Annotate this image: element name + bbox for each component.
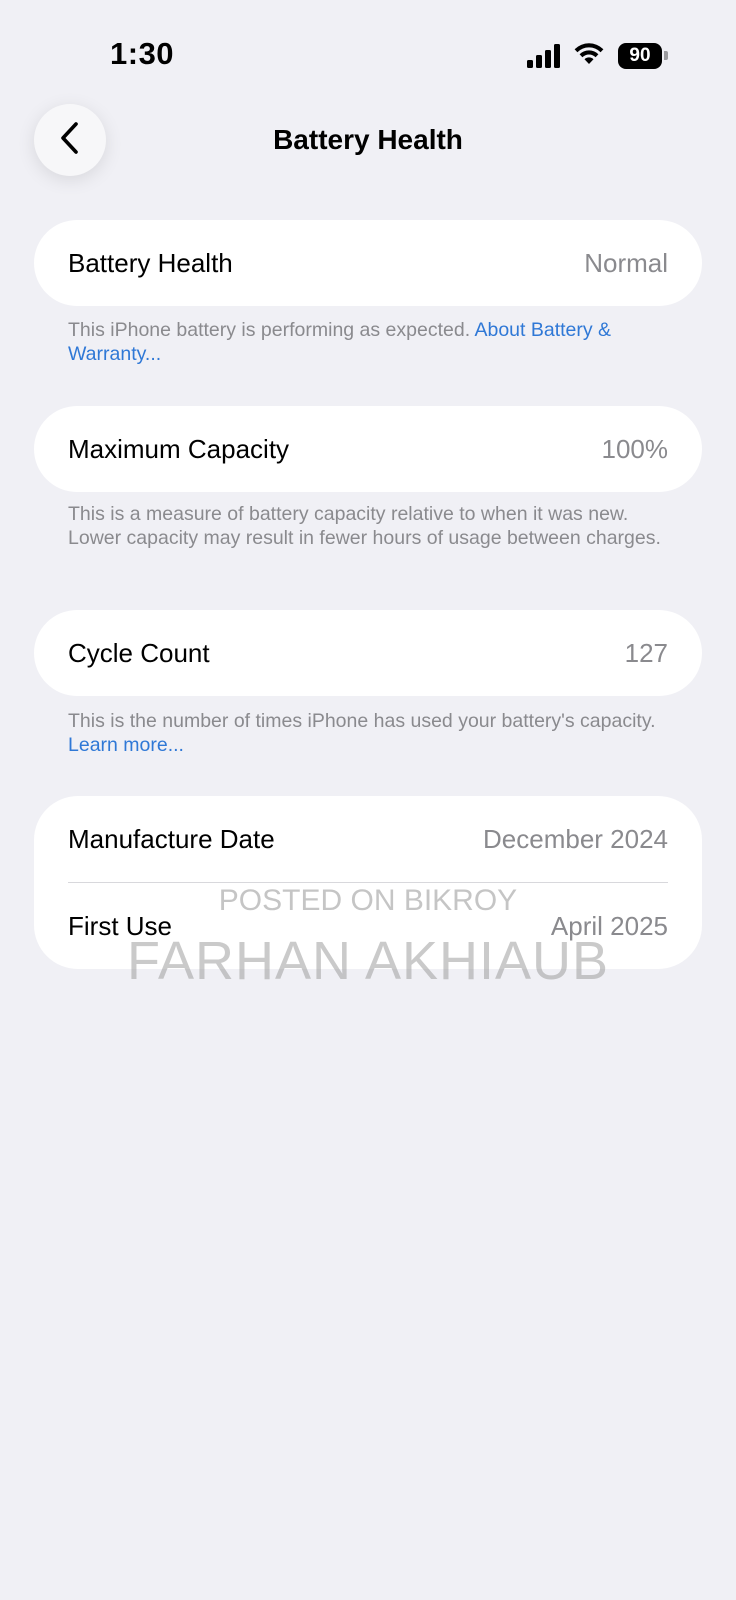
cycle-count-note-text: This is the number of times iPhone has u…	[68, 710, 656, 732]
dates-card: Manufacture Date December 2024 First Use…	[34, 796, 702, 969]
signal-icon	[527, 43, 560, 68]
manufacture-date-label: Manufacture Date	[68, 823, 275, 854]
battery-level: 90	[618, 42, 662, 69]
cycle-count-note: This is the number of times iPhone has u…	[68, 709, 678, 757]
maximum-capacity-value: 100%	[601, 433, 669, 464]
learn-more-link[interactable]: Learn more...	[68, 734, 184, 756]
first-use-label: First Use	[68, 910, 172, 941]
status-icons: 90	[527, 40, 668, 71]
first-use-value: April 2025	[550, 910, 668, 941]
manufacture-date-value: December 2024	[483, 823, 668, 854]
cycle-count-value: 127	[624, 637, 668, 668]
wifi-icon	[572, 40, 606, 71]
battery-health-note-text: This iPhone battery is performing as exp…	[68, 319, 475, 341]
maximum-capacity-card: Maximum Capacity 100%	[34, 406, 702, 492]
status-time: 1:30	[110, 36, 175, 71]
maximum-capacity-label: Maximum Capacity	[68, 433, 290, 464]
maximum-capacity-note: This is a measure of battery capacity re…	[68, 503, 661, 549]
first-use-row: First Use April 2025	[34, 883, 702, 969]
status-bar: 1:30 90	[0, 0, 736, 100]
cycle-count-label: Cycle Count	[68, 637, 210, 668]
manufacture-date-row: Manufacture Date December 2024	[34, 796, 702, 882]
battery-health-note: This iPhone battery is performing as exp…	[68, 318, 678, 366]
battery-icon: 90	[618, 42, 668, 69]
page-title: Battery Health	[273, 124, 463, 155]
battery-health-value: Normal	[584, 247, 668, 278]
maximum-capacity-row: Maximum Capacity 100%	[34, 406, 702, 492]
cycle-count-card: Cycle Count 127	[34, 610, 702, 696]
cycle-count-row: Cycle Count 127	[34, 610, 702, 696]
battery-health-label: Battery Health	[68, 247, 233, 278]
battery-health-card: Battery Health Normal	[34, 220, 702, 306]
battery-health-row: Battery Health Normal	[34, 220, 702, 306]
